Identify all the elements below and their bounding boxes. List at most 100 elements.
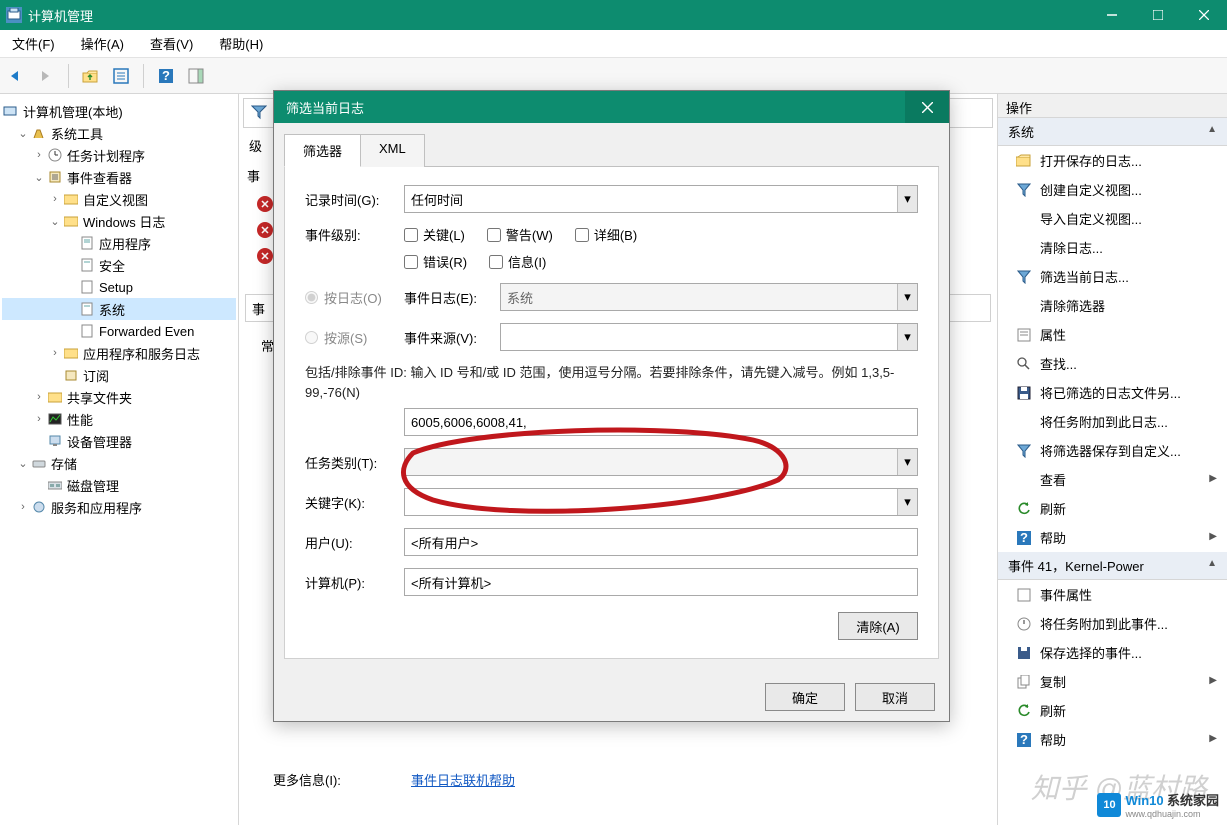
tree-devmgr[interactable]: 设备管理器 xyxy=(2,430,236,452)
tree-setup[interactable]: Setup xyxy=(2,276,236,298)
action-view[interactable]: 查看▶ xyxy=(998,465,1227,494)
chevron-down-icon[interactable]: ▾ xyxy=(897,186,917,212)
eventsrc-select[interactable] xyxy=(500,323,918,351)
action-help[interactable]: ?帮助▶ xyxy=(998,523,1227,552)
expand-icon[interactable]: › xyxy=(32,149,46,161)
action-save-selected[interactable]: 保存选择的事件... xyxy=(998,638,1227,667)
caret-right-icon: ▶ xyxy=(1209,675,1217,686)
action-save-filter-custom[interactable]: 将筛选器保存到自定义... xyxy=(998,436,1227,465)
funnel-icon xyxy=(1016,182,1032,198)
collapse-icon[interactable]: ⌄ xyxy=(16,127,30,140)
chk-critical[interactable]: 关键(L) xyxy=(404,225,465,244)
collapse-icon[interactable]: ⌄ xyxy=(16,457,30,470)
action-attach-task-log[interactable]: 将任务附加到此日志... xyxy=(998,407,1227,436)
clear-button[interactable]: 清除(A) xyxy=(838,612,918,640)
funnel-save-icon xyxy=(1016,443,1032,459)
back-button[interactable] xyxy=(4,64,28,88)
computer-label: 计算机(P): xyxy=(305,573,404,592)
tree-root[interactable]: 计算机管理(本地) xyxy=(2,100,236,122)
properties-button[interactable] xyxy=(109,64,133,88)
menu-view[interactable]: 查看(V) xyxy=(144,30,199,57)
menu-file[interactable]: 文件(F) xyxy=(6,30,61,57)
tree-winlogs[interactable]: ⌄Windows 日志 xyxy=(2,210,236,232)
chevron-down-icon[interactable]: ▾ xyxy=(897,324,917,350)
collapse-icon[interactable]: ⌄ xyxy=(48,215,62,228)
dialog-close-button[interactable] xyxy=(905,91,949,123)
chk-info[interactable]: 信息(I) xyxy=(489,252,546,271)
menu-action[interactable]: 操作(A) xyxy=(75,30,130,57)
action-properties[interactable]: 属性 xyxy=(998,320,1227,349)
expand-icon[interactable]: › xyxy=(32,413,46,425)
actions-sub-system[interactable]: 系统▲ xyxy=(998,118,1227,146)
action-clear-filter[interactable]: 清除筛选器 xyxy=(998,291,1227,320)
tree-security[interactable]: 安全 xyxy=(2,254,236,276)
action-refresh2[interactable]: 刷新 xyxy=(998,696,1227,725)
chevron-down-icon: ▾ xyxy=(897,449,917,475)
chk-error[interactable]: 错误(R) xyxy=(404,252,467,271)
tree-subscription[interactable]: 订阅 xyxy=(2,364,236,386)
computer-input[interactable] xyxy=(404,568,918,596)
tree-customview[interactable]: ›自定义视图 xyxy=(2,188,236,210)
ok-button[interactable]: 确定 xyxy=(765,683,845,711)
dialog-titlebar: 筛选当前日志 xyxy=(274,91,949,123)
menu-help[interactable]: 帮助(H) xyxy=(213,30,269,57)
action-save-filtered[interactable]: 将已筛选的日志文件另... xyxy=(998,378,1227,407)
properties-icon xyxy=(1016,327,1032,343)
actions-pane-button[interactable] xyxy=(184,64,208,88)
funnel-icon xyxy=(1016,269,1032,285)
action-create-custom[interactable]: 创建自定义视图... xyxy=(998,175,1227,204)
tree-storage[interactable]: ⌄存储 xyxy=(2,452,236,474)
tree-tasksched[interactable]: ›任务计划程序 xyxy=(2,144,236,166)
copy-icon xyxy=(1016,674,1032,690)
tree-appsvclogs[interactable]: ›应用程序和服务日志 xyxy=(2,342,236,364)
expand-icon[interactable]: › xyxy=(48,193,62,205)
minimize-button[interactable] xyxy=(1089,0,1135,30)
tree-systools[interactable]: ⌄系统工具 xyxy=(2,122,236,144)
event-ids-input[interactable] xyxy=(404,408,918,436)
action-open-saved[interactable]: 打开保存的日志... xyxy=(998,146,1227,175)
user-input[interactable] xyxy=(404,528,918,556)
tree-svcapp[interactable]: ›服务和应用程序 xyxy=(2,496,236,518)
tree-application[interactable]: 应用程序 xyxy=(2,232,236,254)
maximize-button[interactable] xyxy=(1135,0,1181,30)
action-event-props[interactable]: 事件属性 xyxy=(998,580,1227,609)
action-import-custom[interactable]: 导入自定义视图... xyxy=(998,204,1227,233)
chk-warning[interactable]: 警告(W) xyxy=(487,225,553,244)
chevron-down-icon[interactable]: ▾ xyxy=(897,489,917,515)
tree-diskmgmt[interactable]: 磁盘管理 xyxy=(2,474,236,496)
expand-icon[interactable]: › xyxy=(32,391,46,403)
event-log-help-link[interactable]: 事件日志联机帮助 xyxy=(411,770,515,789)
action-filter-current[interactable]: 筛选当前日志... xyxy=(998,262,1227,291)
action-refresh[interactable]: 刷新 xyxy=(998,494,1227,523)
error-icon: ✕ xyxy=(257,222,273,238)
task-icon xyxy=(1016,616,1032,632)
more-info-label: 更多信息(I): xyxy=(273,770,341,789)
action-help2[interactable]: ?帮助▶ xyxy=(998,725,1227,754)
tab-xml[interactable]: XML xyxy=(360,134,425,167)
tree-sharedfold[interactable]: ›共享文件夹 xyxy=(2,386,236,408)
action-clear-log[interactable]: 清除日志... xyxy=(998,233,1227,262)
actions-sub-event[interactable]: 事件 41，Kernel-Power▲ xyxy=(998,552,1227,580)
tab-filter[interactable]: 筛选器 xyxy=(284,134,361,167)
chk-verbose[interactable]: 详细(B) xyxy=(575,225,637,244)
close-button[interactable] xyxy=(1181,0,1227,30)
forward-button[interactable] xyxy=(34,64,58,88)
recordtime-select[interactable] xyxy=(404,185,918,213)
dialog-title: 筛选当前日志 xyxy=(286,98,364,117)
tree-evtviewer[interactable]: ⌄事件查看器 xyxy=(2,166,236,188)
cancel-button[interactable]: 取消 xyxy=(855,683,935,711)
tree-perf[interactable]: ›性能 xyxy=(2,408,236,430)
expand-icon[interactable]: › xyxy=(16,501,30,513)
action-find[interactable]: 查找... xyxy=(998,349,1227,378)
up-folder-button[interactable] xyxy=(79,64,103,88)
tree-forwarded[interactable]: Forwarded Even xyxy=(2,320,236,342)
action-copy[interactable]: 复制▶ xyxy=(998,667,1227,696)
funnel-icon xyxy=(251,104,267,123)
tree-system[interactable]: 系统 xyxy=(2,298,236,320)
keyword-label: 关键字(K): xyxy=(305,493,404,512)
expand-icon[interactable]: › xyxy=(48,347,62,359)
help-button[interactable]: ? xyxy=(154,64,178,88)
keyword-select[interactable] xyxy=(404,488,918,516)
collapse-icon[interactable]: ⌄ xyxy=(32,171,46,184)
action-attach-task-evt[interactable]: 将任务附加到此事件... xyxy=(998,609,1227,638)
